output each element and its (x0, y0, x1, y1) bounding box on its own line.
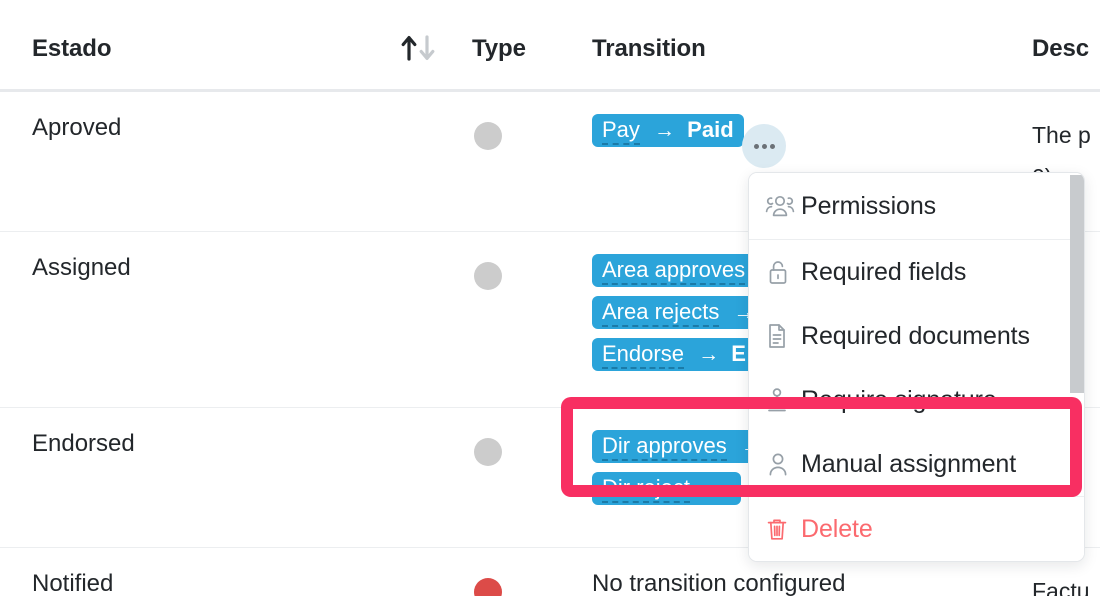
column-header-type[interactable]: Type (472, 35, 526, 63)
menu-item-label: Required documents (801, 322, 1030, 351)
transition-cell: Pay → Paid (592, 114, 1012, 156)
menu-item-label: Permissions (801, 192, 936, 221)
column-header-estado[interactable]: Estado (32, 35, 111, 63)
transition-badge[interactable]: Pay → Paid (592, 114, 744, 147)
column-header-description[interactable]: Desc (1032, 35, 1089, 63)
menu-item-required-fields[interactable]: Required fields (749, 240, 1084, 304)
transition-from: Area approves (602, 257, 745, 285)
description-cell: Factu (1032, 570, 1100, 596)
document-icon (765, 319, 801, 353)
transition-to: Paid (687, 117, 733, 142)
no-transition-label: No transition configured (592, 570, 845, 596)
transition-from: Area rejects (602, 299, 719, 327)
row-actions-dropdown-menu: Permissions Required fields (748, 172, 1085, 562)
transition-from: Dir approves (602, 433, 727, 461)
menu-item-required-documents[interactable]: Required documents (749, 304, 1084, 368)
type-dot (474, 262, 502, 290)
transition-to: E (731, 341, 746, 366)
menu-item-delete[interactable]: Delete (749, 497, 1084, 561)
row-actions-more-button[interactable] (742, 124, 786, 168)
person-icon (765, 447, 801, 481)
arrow-right-icon: → (646, 119, 681, 142)
menu-item-label: Required fields (801, 258, 966, 287)
state-name: Notified (32, 570, 113, 596)
description-line: The p (1032, 114, 1100, 156)
dropdown-scrollbar[interactable] (1070, 175, 1084, 393)
table-header-row: Estado Type Transition Desc (0, 0, 1100, 92)
trash-icon (765, 512, 801, 546)
transition-from: Pay (602, 117, 640, 145)
menu-item-label: Require signature (801, 386, 997, 415)
state-name: Assigned (32, 254, 131, 282)
state-name: Aproved (32, 114, 121, 142)
dot-glyph (754, 144, 759, 149)
menu-item-label: Delete (801, 515, 873, 544)
signature-stamp-icon (765, 383, 801, 417)
arrow-right-icon: → (696, 477, 731, 500)
menu-item-label: Manual assignment (801, 450, 1016, 479)
dot-glyph (762, 144, 767, 149)
menu-item-manual-assignment[interactable]: Manual assignment (749, 432, 1084, 496)
transition-badge[interactable]: Dir reject → (592, 472, 741, 505)
type-dot (474, 122, 502, 150)
transition-badge[interactable]: Endorse → E (592, 338, 756, 371)
screen-root: Estado Type Transition Desc Ap (0, 0, 1100, 596)
dot-glyph (770, 144, 775, 149)
sort-arrows-icon[interactable] (400, 33, 438, 63)
column-header-transition[interactable]: Transition (592, 35, 706, 63)
transition-badge[interactable]: Area rejects → (592, 296, 771, 329)
type-dot (474, 578, 502, 596)
transition-from: Dir reject (602, 475, 690, 503)
menu-item-permissions[interactable]: Permissions (749, 173, 1084, 239)
transition-cell: No transition configured (592, 570, 1012, 596)
arrow-right-icon: → (690, 343, 725, 366)
people-group-icon (765, 189, 801, 223)
menu-item-require-signature[interactable]: Require signature (749, 368, 1084, 432)
state-name: Endorsed (32, 430, 135, 458)
type-dot (474, 438, 502, 466)
transition-from: Endorse (602, 341, 684, 369)
description-line: Factu (1032, 570, 1100, 596)
unlocked-padlock-icon (765, 255, 801, 289)
